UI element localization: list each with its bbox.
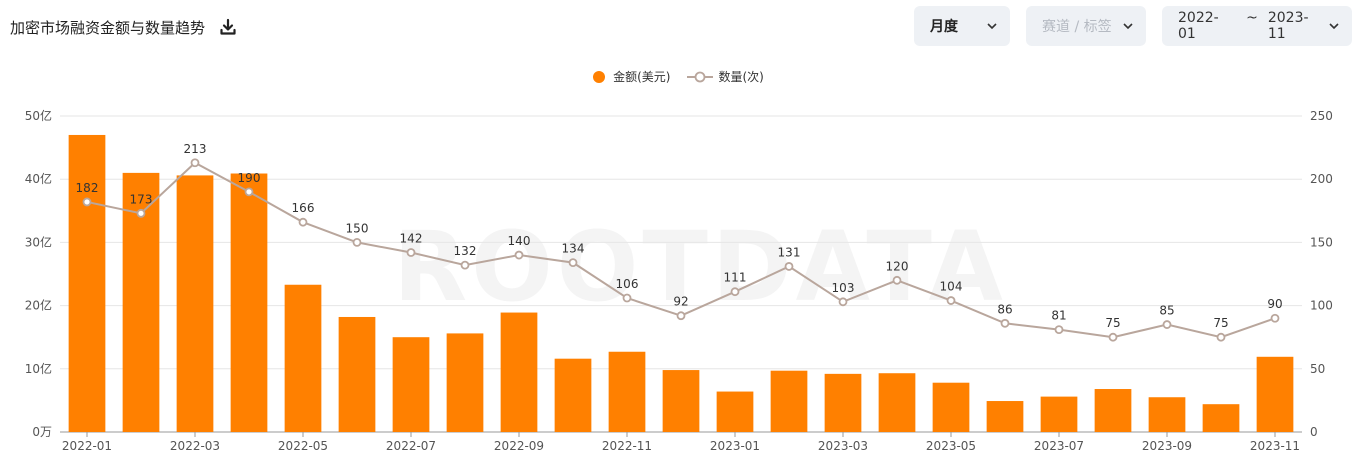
line-point (676, 311, 686, 321)
line-point (946, 296, 956, 305)
data-label: 140 (508, 234, 531, 248)
y-left-tick-label: 10亿 (25, 361, 52, 376)
x-tick-label: 2022-03 (170, 439, 220, 453)
line-point (244, 187, 254, 197)
bar (176, 175, 214, 432)
data-label: 213 (184, 142, 207, 156)
y-right-tick-label: 150 (1310, 235, 1333, 249)
data-label: 92 (673, 295, 688, 309)
data-label: 120 (886, 259, 909, 273)
line-point (568, 258, 578, 268)
line-point (190, 158, 200, 168)
y-left-tick-label: 0万 (32, 425, 52, 439)
bar (770, 370, 808, 432)
data-label: 134 (562, 242, 585, 256)
chart-area: ROOTDATA 1821732131901661501421321401341… (25, 108, 1333, 453)
y-right-tick-label: 50 (1310, 362, 1325, 376)
line-point (1108, 332, 1118, 342)
bar (1148, 397, 1186, 432)
data-label: 104 (940, 280, 963, 294)
data-label: 132 (454, 244, 477, 258)
bar (392, 337, 430, 432)
bar (338, 316, 376, 432)
x-tick-label: 2023-07 (1034, 439, 1084, 453)
y-right-tick-label: 200 (1310, 172, 1333, 186)
line-point (1054, 325, 1064, 335)
line-point (622, 293, 632, 303)
data-label: 75 (1213, 316, 1228, 330)
data-label: 182 (76, 181, 99, 195)
bar (446, 333, 484, 432)
line-point (514, 250, 524, 260)
line-point (1216, 332, 1226, 342)
line-point (82, 197, 92, 207)
x-tick-label: 2022-07 (386, 439, 436, 453)
line-point (136, 208, 146, 218)
bar (1256, 356, 1294, 432)
data-label: 86 (997, 302, 1012, 316)
data-label: 85 (1159, 304, 1174, 318)
x-tick-label: 2023-11 (1250, 439, 1300, 453)
line-point (892, 275, 902, 285)
bar (986, 401, 1024, 432)
x-tick-label: 2022-09 (494, 439, 544, 453)
x-tick-label: 2022-11 (602, 439, 652, 453)
bar (662, 370, 700, 432)
bar (716, 391, 754, 432)
x-tick-label: 2022-01 (62, 439, 112, 453)
bar (1094, 389, 1132, 432)
bar (554, 358, 592, 432)
bar (284, 284, 322, 432)
bar (230, 173, 268, 432)
y-left-tick-label: 40亿 (25, 171, 52, 186)
bar (878, 373, 916, 432)
data-label: 103 (832, 281, 855, 295)
line-point (1270, 313, 1280, 323)
x-tick-label: 2023-05 (926, 439, 976, 453)
line-point (1000, 318, 1010, 328)
x-tick-label: 2022-05 (278, 439, 328, 453)
y-right-tick-label: 250 (1310, 109, 1333, 123)
line-point (784, 262, 794, 271)
data-label: 173 (130, 192, 153, 206)
bar (1202, 404, 1240, 432)
bar (500, 312, 538, 432)
line-point (730, 287, 740, 297)
x-tick-label: 2023-09 (1142, 439, 1192, 453)
data-label: 81 (1051, 309, 1066, 323)
y-left-tick-label: 50亿 (25, 108, 52, 123)
line-point (1162, 320, 1172, 329)
data-label: 150 (346, 221, 369, 235)
data-label: 131 (778, 245, 801, 259)
bar (1040, 396, 1078, 432)
x-tick-label: 2023-01 (710, 439, 760, 453)
line-point (406, 248, 416, 257)
data-label: 90 (1267, 297, 1282, 311)
bar (68, 134, 106, 432)
y-right-tick-label: 100 (1310, 299, 1333, 313)
y-left-tick-label: 20亿 (25, 298, 52, 313)
data-label: 111 (724, 271, 747, 285)
bar (932, 382, 970, 432)
line-point (352, 237, 362, 247)
y-right-tick-label: 0 (1310, 425, 1318, 439)
y-left-tick-label: 30亿 (25, 234, 52, 249)
data-label: 166 (292, 201, 315, 215)
data-label: 142 (400, 232, 423, 246)
bar (608, 351, 646, 432)
data-label: 106 (616, 277, 639, 291)
line-point (460, 260, 470, 270)
x-tick-label: 2023-03 (818, 439, 868, 453)
bar (824, 373, 862, 432)
data-label: 75 (1105, 316, 1120, 330)
line-point (298, 217, 308, 227)
line-point (838, 297, 848, 307)
data-label: 190 (238, 171, 261, 185)
